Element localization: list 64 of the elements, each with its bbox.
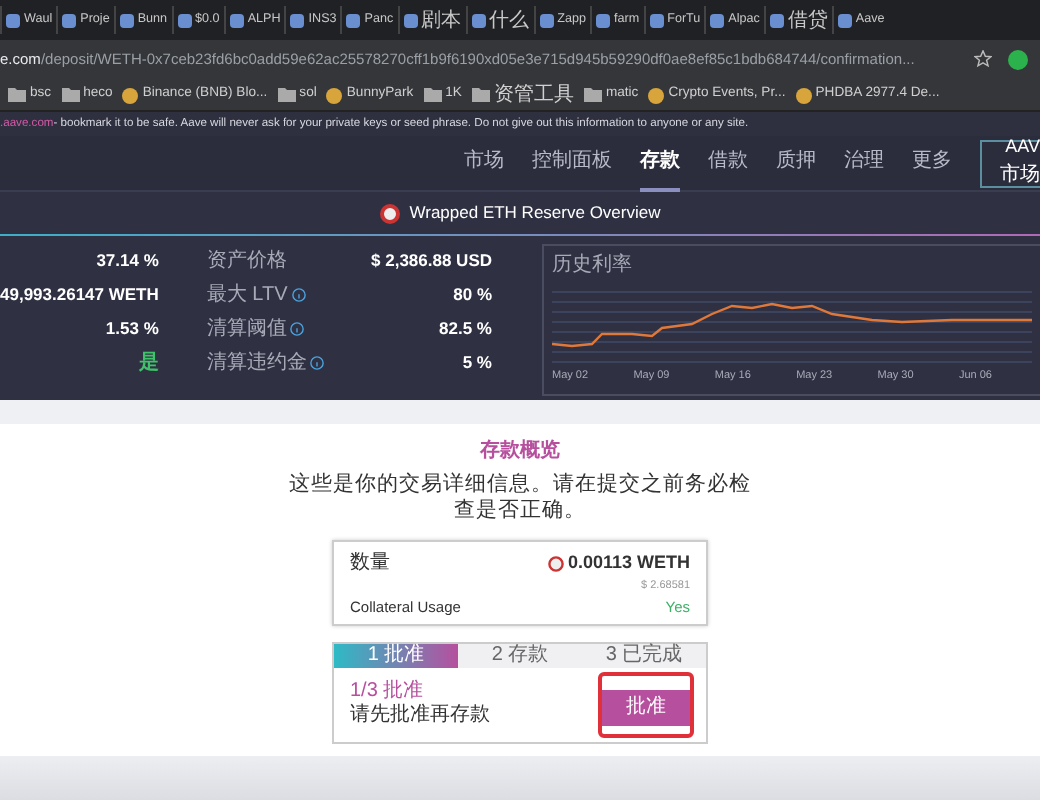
- browser-tab[interactable]: 剧本: [397, 6, 466, 34]
- step-title: 1/3 批准: [350, 680, 426, 703]
- favicon-icon: [229, 13, 244, 27]
- info-icon[interactable]: [291, 288, 306, 302]
- approve-button[interactable]: 批准: [602, 689, 690, 726]
- section-title: 存款概览: [480, 437, 560, 466]
- bookmark[interactable]: 资管工具: [471, 80, 574, 110]
- browser-tab[interactable]: 借贷: [763, 6, 832, 34]
- favicon-icon: [769, 13, 784, 27]
- stat-value: 是: [138, 349, 159, 378]
- nav-tab[interactable]: 市场: [464, 135, 504, 191]
- favicon-icon: [6, 13, 20, 27]
- stat-label: 清算违约金: [206, 349, 307, 378]
- folder-icon: [8, 88, 26, 102]
- folder-icon: [471, 88, 490, 102]
- logo-button[interactable]: AAV 市场: [980, 139, 1040, 187]
- overview-title: Wrapped ETH Reserve Overview: [409, 200, 661, 226]
- stat-value: 49,993.26147 WETH: [0, 282, 159, 308]
- favicon-icon: [539, 13, 554, 27]
- favicon-icon: [177, 13, 192, 27]
- folder-icon: [423, 88, 442, 102]
- extension-icon[interactable]: [1008, 49, 1028, 70]
- nav-tab[interactable]: 更多: [912, 135, 952, 191]
- folder-icon: [277, 88, 296, 102]
- favicon-icon: [62, 13, 77, 27]
- folder-icon: [61, 88, 80, 102]
- amount-value: 0.00113 WETH: [567, 550, 690, 576]
- stat-value: 1.53 %: [105, 316, 159, 342]
- chart-title: 历史利率: [552, 251, 634, 280]
- site-icon: [122, 87, 139, 103]
- site-icon: [795, 87, 812, 103]
- favicon-icon: [346, 13, 361, 27]
- site-icon: [326, 87, 343, 103]
- amount-label: 数量: [350, 550, 390, 579]
- nav-tab[interactable]: 借款: [708, 135, 748, 191]
- stat-value: 80 %: [453, 282, 492, 308]
- stat-value: 82.5 %: [439, 316, 492, 342]
- stat-label: 最大 LTV: [206, 281, 288, 310]
- favicon-icon: [595, 13, 610, 27]
- favicon-icon: [649, 13, 664, 27]
- token-icon: [547, 555, 564, 572]
- nav-tab[interactable]: 治理: [844, 135, 884, 191]
- stat-value: 37.14 %: [96, 248, 159, 274]
- stat-label: 清算阈值: [206, 315, 287, 344]
- stat-value: $ 2,386.88 USD: [371, 248, 492, 274]
- token-icon: [379, 203, 400, 223]
- favicon-icon: [710, 13, 725, 27]
- stat-label: 资产价格: [206, 247, 287, 276]
- favicon-icon: [471, 13, 486, 27]
- folder-icon: [583, 88, 602, 102]
- favicon-icon: [290, 13, 305, 27]
- site-icon: [648, 87, 665, 103]
- star-icon[interactable]: [974, 50, 992, 69]
- favicon-icon: [403, 13, 418, 27]
- nav-tab[interactable]: 质押: [776, 135, 816, 191]
- info-icon[interactable]: [290, 322, 305, 336]
- nav-tab[interactable]: 控制面板: [532, 135, 612, 191]
- stat-value: 5 %: [462, 350, 492, 376]
- step-hint: 请先批准再存款: [350, 704, 490, 729]
- browser-tab[interactable]: 什么: [465, 6, 534, 34]
- description: 这些是你的交易详细信息。请在提交之前务必检查是否正确。: [288, 472, 752, 525]
- favicon-icon: [837, 13, 852, 27]
- info-icon[interactable]: [310, 356, 325, 370]
- favicon-icon: [119, 13, 134, 27]
